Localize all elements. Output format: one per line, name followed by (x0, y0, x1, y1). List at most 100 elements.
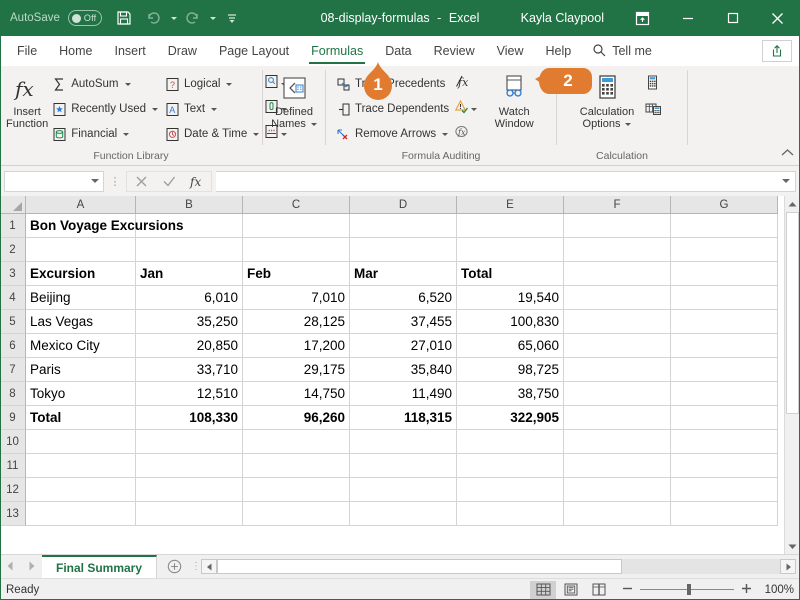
cell-F6[interactable] (564, 334, 671, 358)
row-header-4[interactable]: 4 (0, 286, 26, 310)
cell-G6[interactable] (671, 334, 778, 358)
account-name[interactable]: Kayla Claypool (521, 11, 604, 25)
cell-A3[interactable]: Excursion (26, 262, 136, 286)
cell-B2[interactable] (136, 238, 243, 262)
insert-function-fx-icon[interactable]: fx (183, 171, 211, 192)
column-header-f[interactable]: F (564, 196, 671, 214)
cell-D11[interactable] (350, 454, 457, 478)
cell-G10[interactable] (671, 430, 778, 454)
horizontal-scroll-thumb[interactable] (217, 559, 623, 574)
normal-view-icon[interactable] (530, 580, 556, 599)
cell-G4[interactable] (671, 286, 778, 310)
collapse-ribbon-icon[interactable] (781, 144, 794, 162)
cell-F9[interactable] (564, 406, 671, 430)
cell-E1[interactable] (457, 214, 564, 238)
cell-B3[interactable]: Jan (136, 262, 243, 286)
row-header-2[interactable]: 2 (0, 238, 26, 262)
horizontal-scroll-track[interactable] (217, 559, 780, 574)
row-header-9[interactable]: 9 (0, 406, 26, 430)
cell-G1[interactable] (671, 214, 778, 238)
defined-names-button[interactable]: Defined Names (269, 70, 319, 130)
cell-D13[interactable] (350, 502, 457, 526)
ribbon-display-options-icon[interactable] (620, 0, 665, 36)
autosum-button[interactable]: AutoSum (48, 72, 161, 96)
date-time-caret[interactable] (253, 132, 260, 136)
recently-used-button[interactable]: Recently Used (48, 97, 161, 121)
cell-E7[interactable]: 98,725 (457, 358, 564, 382)
zoom-out-icon[interactable] (622, 583, 633, 597)
cell-D9[interactable]: 118,315 (350, 406, 457, 430)
sheet-tab-final-summary[interactable]: Final Summary (42, 555, 158, 578)
cell-G12[interactable] (671, 478, 778, 502)
cell-C7[interactable]: 29,175 (243, 358, 350, 382)
financial-caret[interactable] (123, 132, 130, 136)
cell-C10[interactable] (243, 430, 350, 454)
vertical-scroll-thumb[interactable] (786, 212, 799, 415)
cell-B1[interactable] (136, 214, 243, 238)
recently-used-caret[interactable] (152, 107, 158, 111)
tab-draw[interactable]: Draw (157, 36, 208, 66)
cell-G5[interactable] (671, 310, 778, 334)
add-sheet-icon[interactable] (157, 555, 191, 578)
logical-button[interactable]: ? Logical (161, 72, 262, 96)
cell-E6[interactable]: 65,060 (457, 334, 564, 358)
cell-G8[interactable] (671, 382, 778, 406)
cell-E5[interactable]: 100,830 (457, 310, 564, 334)
cell-A10[interactable] (26, 430, 136, 454)
cell-A1[interactable]: Bon Voyage Excursions (26, 214, 184, 238)
cell-B8[interactable]: 12,510 (136, 382, 243, 406)
vertical-scroll-track[interactable] (785, 212, 800, 538)
cell-F4[interactable] (564, 286, 671, 310)
row-header-13[interactable]: 13 (0, 502, 26, 526)
cell-E3[interactable]: Total (457, 262, 564, 286)
cell-D6[interactable]: 27,010 (350, 334, 457, 358)
formula-bar-grip[interactable]: ⋮ (108, 175, 122, 188)
tab-view[interactable]: View (486, 36, 535, 66)
row-header-5[interactable]: 5 (0, 310, 26, 334)
cell-D7[interactable]: 35,840 (350, 358, 457, 382)
cell-F5[interactable] (564, 310, 671, 334)
cell-B12[interactable] (136, 478, 243, 502)
cell-B5[interactable]: 35,250 (136, 310, 243, 334)
cell-A12[interactable] (26, 478, 136, 502)
cell-D2[interactable] (350, 238, 457, 262)
cell-A6[interactable]: Mexico City (26, 334, 136, 358)
remove-arrows-caret[interactable] (442, 132, 449, 136)
select-all-corner[interactable] (0, 196, 26, 214)
cell-B6[interactable]: 20,850 (136, 334, 243, 358)
tab-help[interactable]: Help (535, 36, 583, 66)
cell-D10[interactable] (350, 430, 457, 454)
cell-F3[interactable] (564, 262, 671, 286)
undo-dropdown-caret[interactable] (170, 16, 177, 20)
cell-C6[interactable]: 17,200 (243, 334, 350, 358)
tab-page-layout[interactable]: Page Layout (208, 36, 300, 66)
calculation-options-caret[interactable] (625, 122, 632, 126)
horizontal-scrollbar[interactable] (201, 555, 800, 578)
column-header-c[interactable]: C (243, 196, 350, 214)
row-header-12[interactable]: 12 (0, 478, 26, 502)
cell-E13[interactable] (457, 502, 564, 526)
expand-formula-bar-icon[interactable] (782, 179, 790, 183)
minimize-icon[interactable] (665, 0, 710, 36)
error-checking-caret[interactable] (471, 107, 478, 111)
cell-A4[interactable]: Beijing (26, 286, 136, 310)
cell-G11[interactable] (671, 454, 778, 478)
cell-G3[interactable] (671, 262, 778, 286)
name-box[interactable] (4, 170, 104, 192)
row-header-11[interactable]: 11 (0, 454, 26, 478)
redo-dropdown-caret[interactable] (209, 16, 216, 20)
restore-icon[interactable] (710, 0, 755, 36)
column-header-g[interactable]: G (671, 196, 778, 214)
enter-icon[interactable] (155, 171, 183, 192)
share-icon[interactable] (762, 40, 792, 62)
error-checking-button[interactable] (452, 97, 479, 121)
tab-review[interactable]: Review (423, 36, 486, 66)
cell-F1[interactable] (564, 214, 671, 238)
cell-E9[interactable]: 322,905 (457, 406, 564, 430)
cell-C4[interactable]: 7,010 (243, 286, 350, 310)
cell-A7[interactable]: Paris (26, 358, 136, 382)
zoom-in-icon[interactable] (741, 583, 752, 597)
sheet-bar-grip[interactable]: ⋮ (191, 555, 201, 578)
previous-sheet-icon[interactable] (6, 558, 14, 576)
calculate-sheet-button[interactable] (643, 99, 664, 123)
